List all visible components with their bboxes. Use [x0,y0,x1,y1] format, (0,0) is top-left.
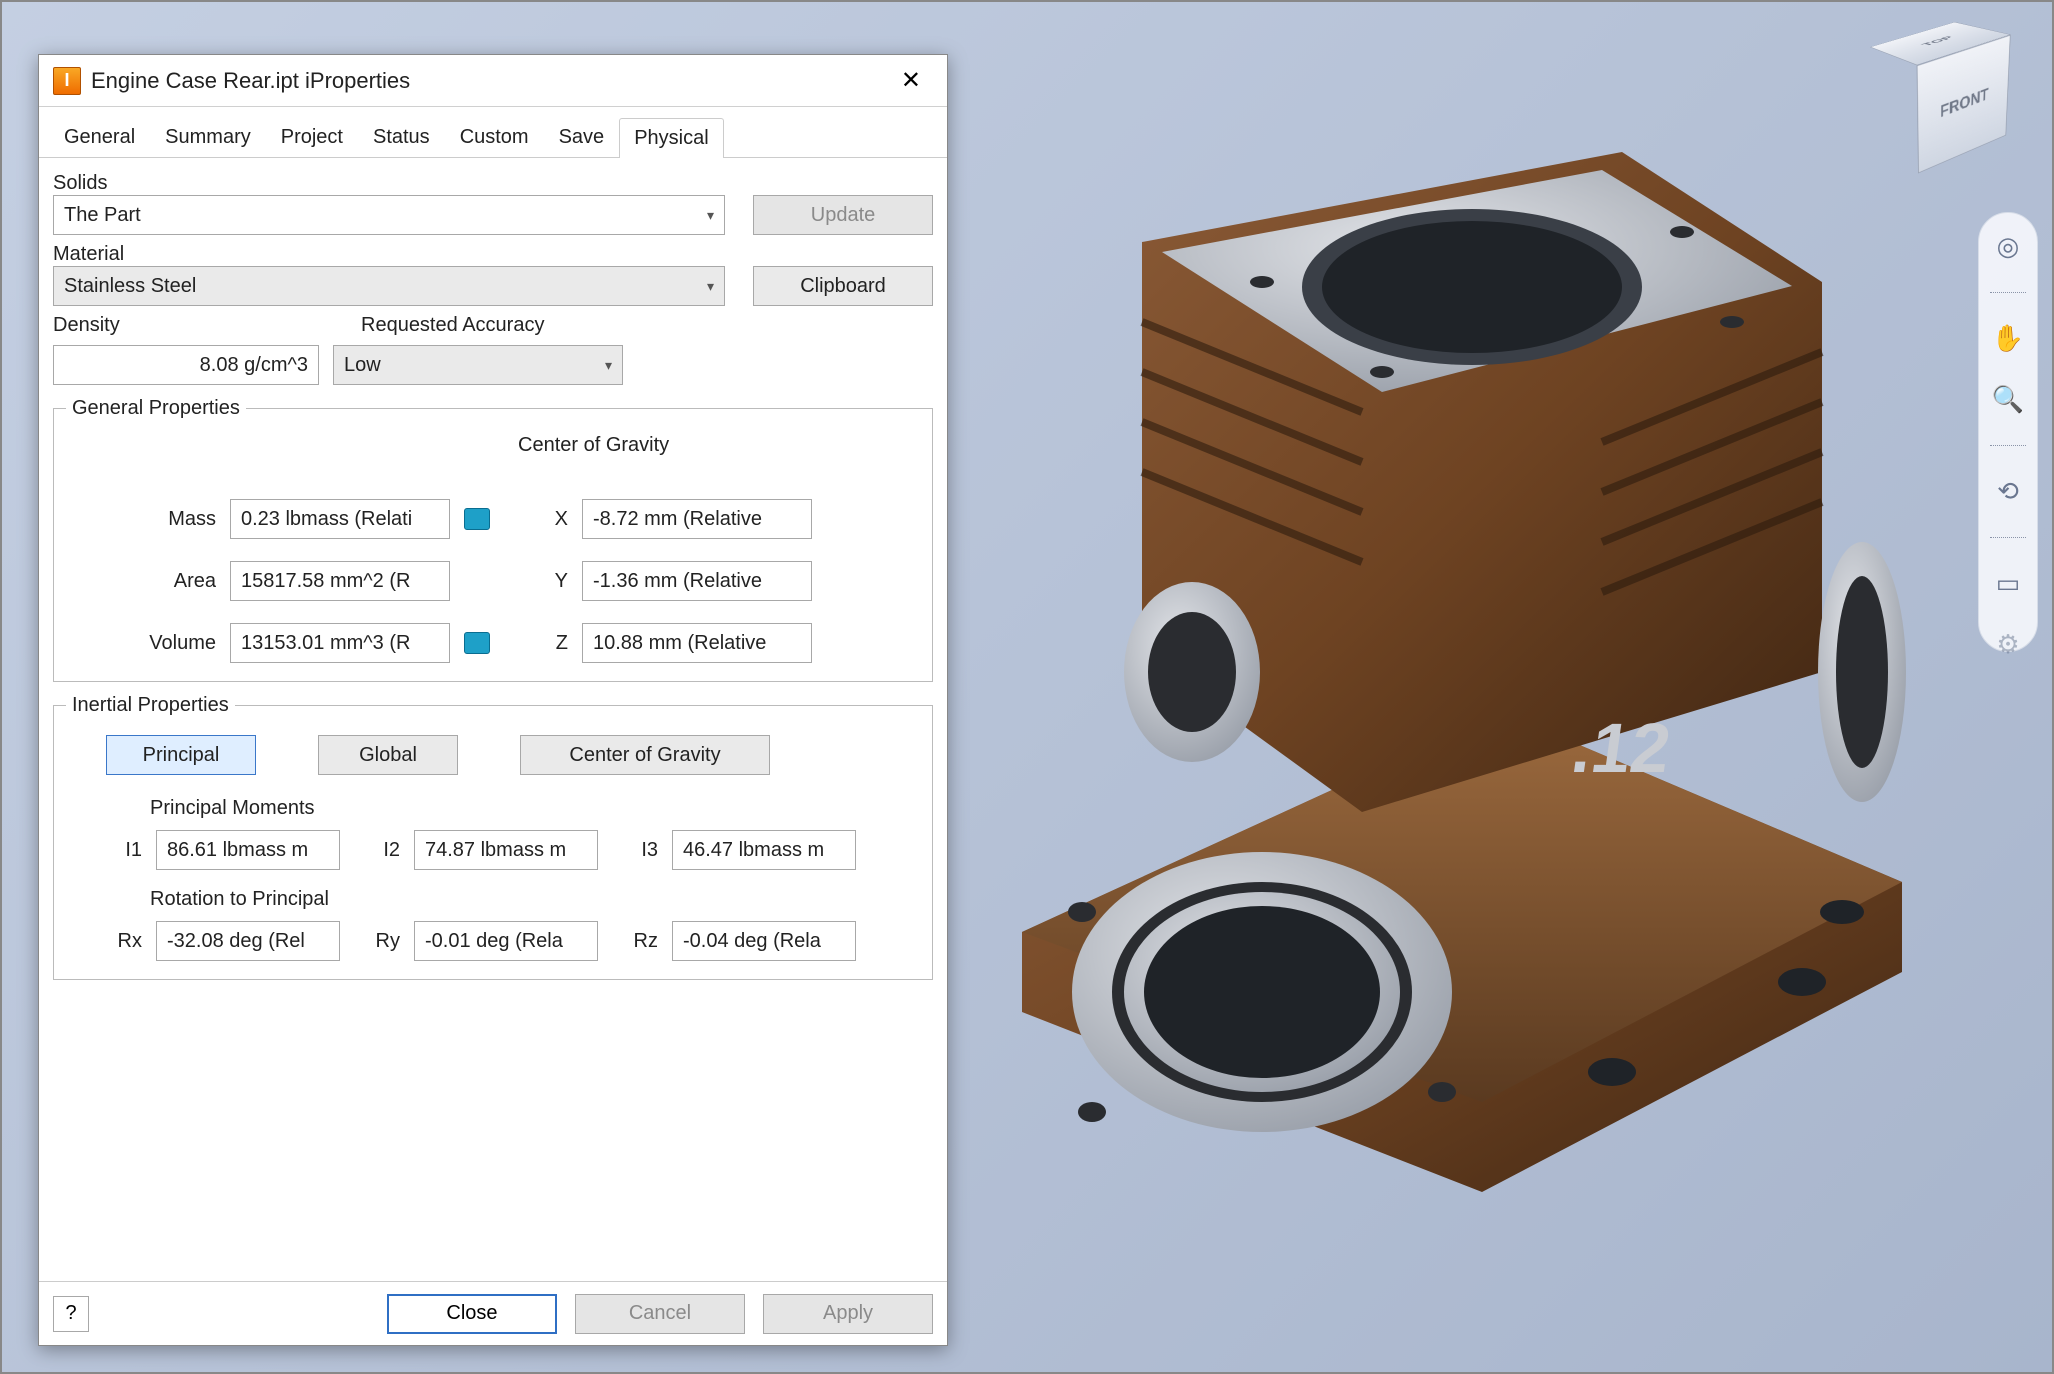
solids-label: Solids [53,172,933,195]
i2-label: I2 [354,839,400,862]
rz-label: Rz [612,930,658,953]
navigation-bar: ◎ ✋ 🔍 ⟲ ▭ ⚙ [1978,212,2038,652]
principal-moments-header: Principal Moments [150,797,920,820]
zoom-icon[interactable]: 🔍 [1992,384,2024,415]
app-icon: I [53,67,81,95]
clipboard-button[interactable]: Clipboard [753,266,933,306]
home-icon[interactable]: ◎ [1992,231,2024,262]
rx-label: Rx [96,930,142,953]
tab-strip: General Summary Project Status Custom Sa… [39,107,947,158]
iproperties-dialog: I Engine Case Rear.ipt iProperties ✕ Gen… [38,54,948,1346]
accuracy-value: Low [344,354,381,377]
close-icon[interactable]: ✕ [889,60,933,101]
area-value: 15817.58 mm^2 (R [230,561,450,601]
center-of-gravity-button[interactable]: Center of Gravity [520,735,770,775]
solids-value: The Part [64,204,141,227]
cog-y-value: -1.36 mm (Relative [582,561,812,601]
material-value: Stainless Steel [64,275,196,298]
chevron-down-icon: ▾ [707,207,714,224]
pan-icon[interactable]: ✋ [1992,323,2024,354]
tab-status[interactable]: Status [358,117,445,157]
cog-z-value: 10.88 mm (Relative [582,623,812,663]
general-properties-group: General Properties Center of Gravity Mas… [53,397,933,682]
volume-label: Volume [66,632,216,655]
i3-label: I3 [612,839,658,862]
lookat-icon[interactable]: ▭ [1992,568,2024,599]
inertial-properties-group: Inertial Properties Principal Global Cen… [53,694,933,980]
calculator-icon[interactable] [464,632,490,654]
accuracy-label: Requested Accuracy [361,314,933,337]
dialog-title: Engine Case Rear.ipt iProperties [91,68,889,94]
accuracy-select[interactable]: Low ▾ [333,345,623,385]
i1-value: 86.61 lbmass m [156,830,340,870]
tab-general[interactable]: General [49,117,150,157]
volume-value: 13153.01 mm^3 (R [230,623,450,663]
rotation-principal-header: Rotation to Principal [150,888,920,911]
help-button[interactable]: ? [53,1296,89,1332]
solids-select[interactable]: The Part ▾ [53,195,725,235]
mass-label: Mass [66,508,216,531]
cog-x-value: -8.72 mm (Relative [582,499,812,539]
tab-save[interactable]: Save [544,117,620,157]
cog-x-label: X [508,508,568,531]
orbit-icon[interactable]: ⟲ [1992,476,2024,507]
principal-button[interactable]: Principal [106,735,256,775]
model-view[interactable]: .12 [962,112,1932,1232]
part-badge: .12 [1567,708,1675,787]
inertial-properties-legend: Inertial Properties [66,694,235,717]
rz-value: -0.04 deg (Rela [672,921,856,961]
apply-button[interactable]: Apply [763,1294,933,1334]
i3-value: 46.47 lbmass m [672,830,856,870]
chevron-down-icon: ▾ [605,357,612,374]
i2-value: 74.87 lbmass m [414,830,598,870]
cog-z-label: Z [508,632,568,655]
density-value: 8.08 g/cm^3 [53,345,319,385]
chevron-down-icon: ▾ [707,278,714,295]
dialog-footer: ? Close Cancel Apply [39,1281,947,1345]
general-properties-legend: General Properties [66,397,246,420]
close-button[interactable]: Close [387,1294,557,1334]
cog-y-label: Y [508,570,568,593]
dialog-titlebar: I Engine Case Rear.ipt iProperties ✕ [39,55,947,107]
settings-icon[interactable]: ⚙ [1992,629,2024,660]
update-button[interactable]: Update [753,195,933,235]
cog-header: Center of Gravity [518,434,920,457]
tab-physical[interactable]: Physical [619,118,723,158]
density-label: Density [53,314,333,337]
calculator-icon[interactable] [464,508,490,530]
global-button[interactable]: Global [318,735,458,775]
cancel-button[interactable]: Cancel [575,1294,745,1334]
ry-value: -0.01 deg (Rela [414,921,598,961]
area-label: Area [66,570,216,593]
tab-project[interactable]: Project [266,117,358,157]
material-select[interactable]: Stainless Steel ▾ [53,266,725,306]
tab-summary[interactable]: Summary [150,117,266,157]
mass-value: 0.23 lbmass (Relati [230,499,450,539]
rx-value: -32.08 deg (Rel [156,921,340,961]
material-label: Material [53,243,933,266]
tab-custom[interactable]: Custom [445,117,544,157]
view-cube[interactable]: FRONT RIGHT TOP [1875,20,2002,172]
ry-label: Ry [354,930,400,953]
i1-label: I1 [96,839,142,862]
